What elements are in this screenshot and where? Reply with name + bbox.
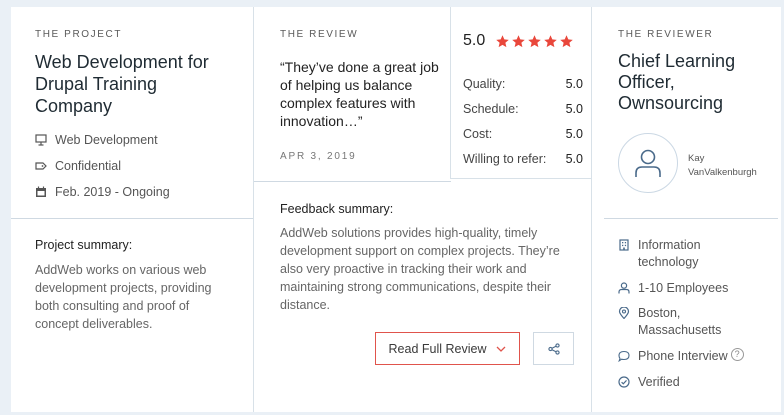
rating-label: Quality: bbox=[463, 77, 506, 91]
user-icon bbox=[635, 149, 661, 177]
share-icon bbox=[547, 342, 560, 355]
star-icon bbox=[560, 34, 573, 47]
rating-label: Schedule: bbox=[463, 102, 519, 116]
review-quote: “They’ve done a great job of helping us … bbox=[280, 59, 439, 129]
reviewer-verified-label: Verified bbox=[638, 375, 680, 389]
divider bbox=[604, 218, 778, 219]
chevron-down-icon bbox=[497, 346, 506, 352]
project-summary-text: AddWeb works on various web development … bbox=[35, 263, 212, 331]
project-timeline-label: Feb. 2019 - Ongoing bbox=[55, 185, 170, 199]
project-budget: Confidential bbox=[35, 159, 121, 173]
project-eyebrow: The Project bbox=[35, 29, 123, 40]
rating-label: Cost: bbox=[463, 127, 493, 141]
feedback-summary-title: Feedback summary: bbox=[280, 202, 394, 216]
project-service: Web Development bbox=[35, 133, 158, 147]
chat-bubble-icon bbox=[618, 350, 630, 362]
reviewer-verified: Verified bbox=[618, 374, 680, 391]
review-card: The Project Web Development for Drupal T… bbox=[11, 7, 781, 412]
feedback-summary-text: AddWeb solutions provides high-quality, … bbox=[280, 226, 560, 312]
project-service-label: Web Development bbox=[55, 133, 158, 147]
reviewer-employees: 1-10 Employees bbox=[618, 280, 728, 297]
reviewer-location: Boston, Massachusetts bbox=[618, 305, 758, 339]
reviewer-column: The Reviewer Chief Learning Officer, Own… bbox=[592, 7, 781, 412]
project-budget-label: Confidential bbox=[55, 159, 122, 173]
star-icon bbox=[544, 34, 557, 47]
rating-box: 5.0 Quality: 5.0 Schedule: 5.0 Cost: 5.0… bbox=[450, 7, 592, 179]
review-eyebrow: The Review bbox=[280, 29, 359, 40]
project-timeline: Feb. 2019 - Ongoing bbox=[35, 185, 170, 199]
reviewer-interview: Phone Interview ? bbox=[618, 348, 744, 365]
monitor-icon bbox=[35, 134, 47, 146]
rating-row-quality: Quality: 5.0 bbox=[463, 77, 583, 91]
rating-value: 5.0 bbox=[565, 102, 583, 116]
reviewer-eyebrow: The Reviewer bbox=[618, 29, 714, 40]
rating-value: 5.0 bbox=[565, 152, 583, 166]
star-icon bbox=[528, 34, 541, 47]
tag-icon bbox=[35, 162, 47, 170]
rating-value: 5.0 bbox=[565, 127, 583, 141]
divider bbox=[254, 181, 451, 182]
user-icon bbox=[618, 282, 630, 294]
reviewer-interview-label: Phone Interview bbox=[638, 349, 728, 363]
reviewer-industry: Information technology bbox=[618, 237, 758, 271]
rating-label: Willing to refer: bbox=[463, 152, 547, 166]
star-icon bbox=[496, 34, 509, 47]
project-summary-title: Project summary: bbox=[35, 238, 133, 252]
review-date: APR 3, 2019 bbox=[280, 151, 357, 162]
building-icon bbox=[619, 239, 629, 251]
help-icon[interactable]: ? bbox=[730, 348, 744, 361]
star-rating bbox=[495, 34, 575, 49]
map-pin-icon bbox=[618, 307, 630, 319]
reviewer-employees-label: 1-10 Employees bbox=[638, 281, 729, 295]
overall-rating-value: 5.0 bbox=[463, 32, 486, 49]
calendar-icon bbox=[36, 186, 46, 197]
project-column: The Project Web Development for Drupal T… bbox=[11, 7, 253, 412]
reviewer-last-name: VanValkenburgh bbox=[688, 167, 757, 178]
review-column: The Review “They’ve done a great job of … bbox=[253, 7, 592, 412]
avatar bbox=[618, 133, 678, 193]
divider bbox=[11, 218, 253, 219]
read-full-review-button[interactable]: Read Full Review bbox=[375, 332, 520, 365]
reviewer-location-label: Boston, Massachusetts bbox=[638, 306, 722, 337]
reviewer-title: Chief Learning Officer, Ownsourcing bbox=[618, 51, 736, 113]
project-title: Web Development for Drupal Training Comp… bbox=[35, 52, 209, 116]
read-full-review-label: Read Full Review bbox=[388, 341, 487, 356]
reviewer-name: Kay VanValkenburgh bbox=[688, 152, 757, 180]
reviewer-industry-label: Information technology bbox=[638, 238, 701, 269]
rating-value: 5.0 bbox=[565, 77, 583, 91]
star-icon bbox=[512, 34, 525, 47]
rating-row-cost: Cost: 5.0 bbox=[463, 127, 583, 141]
rating-row-schedule: Schedule: 5.0 bbox=[463, 102, 583, 116]
share-button[interactable] bbox=[533, 332, 574, 365]
rating-row-willing-to-refer: Willing to refer: 5.0 bbox=[463, 152, 583, 166]
check-circle-icon bbox=[618, 376, 630, 388]
overall-rating: 5.0 bbox=[463, 32, 575, 50]
reviewer-first-name: Kay bbox=[688, 153, 705, 164]
